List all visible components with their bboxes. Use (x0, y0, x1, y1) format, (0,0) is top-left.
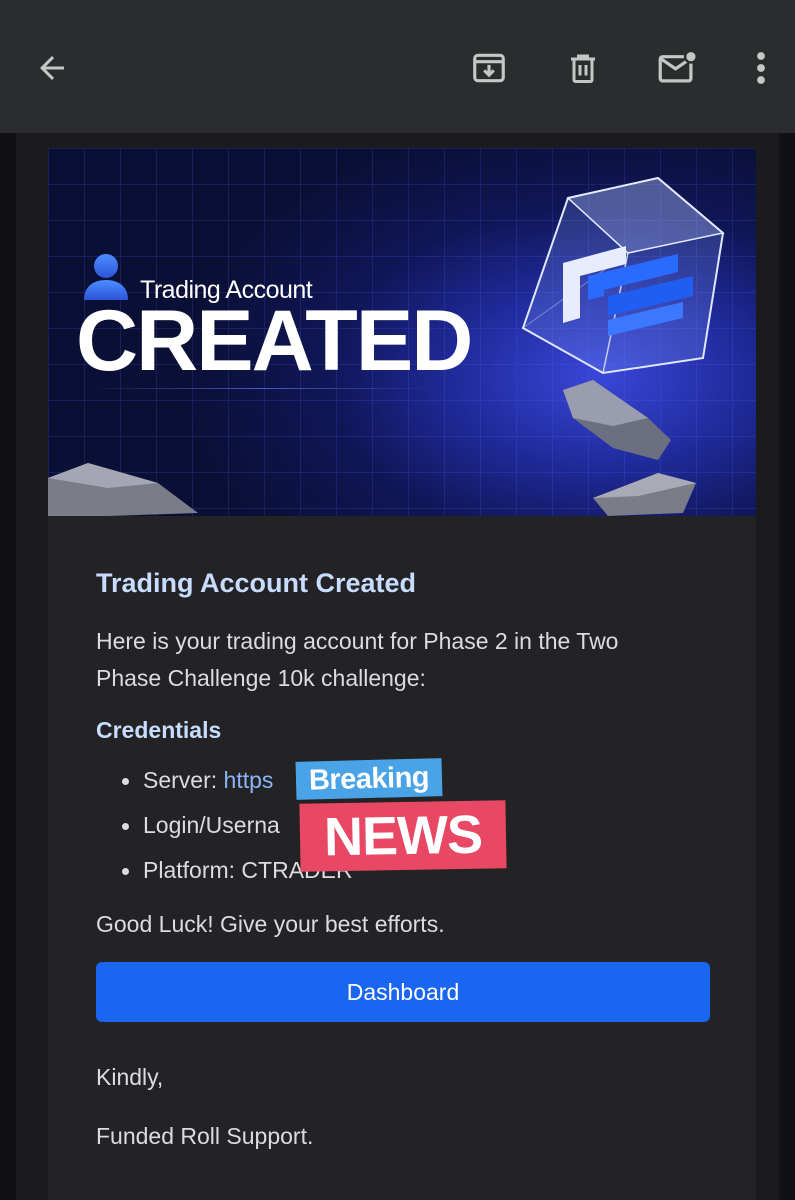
back-button[interactable] (22, 38, 82, 98)
credentials-title: Credentials (96, 717, 222, 743)
credential-label: Login/Userna (143, 812, 280, 838)
arrow-left-icon (40, 56, 64, 80)
ground-rock-right (593, 473, 696, 516)
hero-title: CREATED (76, 293, 473, 389)
intro-paragraph: Here is your trading account for Phase 2… (96, 623, 716, 697)
right-gutter (779, 133, 795, 1200)
signoff-text: Kindly, (96, 1064, 164, 1090)
mark-unread-button[interactable] (648, 38, 708, 98)
sticker-news: NEWS (299, 800, 507, 872)
intro-line: Phase Challenge 10k challenge: (96, 665, 426, 691)
trash-icon (571, 54, 595, 83)
ground-rock-left (48, 463, 198, 516)
sticker-breaking: Breaking (295, 758, 443, 800)
email-heading: Trading Account Created (96, 568, 417, 598)
more-options-button[interactable] (731, 38, 791, 98)
sticker-news-label: NEWS (323, 804, 483, 868)
credential-label: Server: (143, 767, 224, 793)
archive-button[interactable] (459, 38, 519, 98)
hero-divider (84, 388, 444, 389)
server-link[interactable]: https (224, 767, 274, 793)
intro-line: Here is your trading account for Phase 2… (96, 628, 619, 654)
email-body: Trading Account CREATED Trading Account (48, 148, 756, 1200)
delete-button[interactable] (553, 38, 613, 98)
hero-banner: Trading Account CREATED (48, 148, 756, 516)
signature-text: Funded Roll Support. (96, 1123, 314, 1149)
credential-label: Platform: (143, 857, 242, 883)
floating-rock (563, 380, 671, 460)
good-luck-text: Good Luck! Give your best efforts. (96, 911, 445, 937)
app-toolbar (0, 0, 795, 133)
mail-unread-icon (658, 49, 698, 83)
sticker-breaking-label: Breaking (308, 761, 430, 797)
glass-cube-logo-icon (521, 176, 725, 375)
left-gutter (0, 133, 16, 1200)
breaking-news-sticker: Breaking NEWS (295, 758, 507, 872)
more-vertical-icon (757, 52, 765, 84)
dashboard-button[interactable]: Dashboard (96, 962, 710, 1022)
archive-icon (473, 53, 505, 83)
